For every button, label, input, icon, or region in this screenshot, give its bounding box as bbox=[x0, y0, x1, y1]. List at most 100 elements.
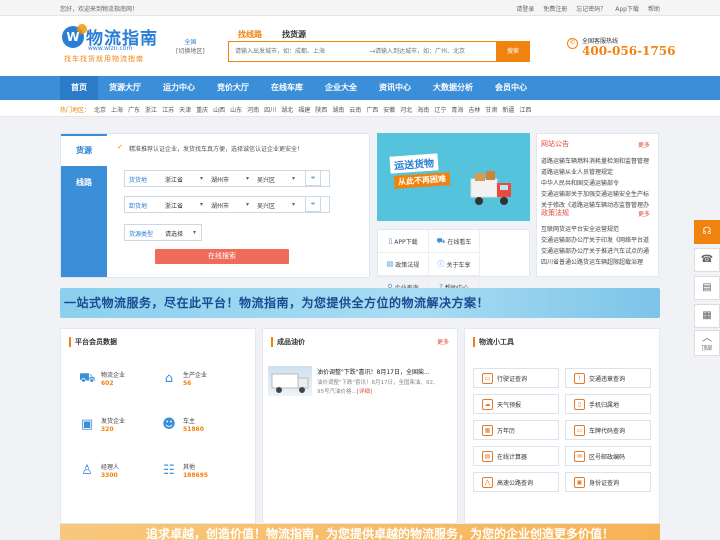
hot-city-link[interactable]: 浙江 bbox=[145, 105, 157, 114]
about-link[interactable]: ⓘ 关于车享 bbox=[429, 253, 480, 276]
hot-city-link[interactable]: 重庆 bbox=[196, 105, 208, 114]
hot-city-link[interactable]: 山西 bbox=[213, 105, 225, 114]
member-stat[interactable]: ♙ 经理人 3300 bbox=[79, 463, 119, 480]
locate-destination-button[interactable]: ⌖ bbox=[305, 196, 321, 212]
member-stat[interactable]: ☻ 车主 51860 bbox=[161, 417, 204, 434]
list-item[interactable]: 交通运输部办公厅关于推进汽车试点的通 bbox=[541, 246, 655, 257]
member-stat[interactable]: ☷ 其他 188695 bbox=[161, 463, 208, 480]
hot-city-link[interactable]: 云南 bbox=[349, 105, 361, 114]
hot-city-link[interactable]: 安徽 bbox=[383, 105, 395, 114]
hot-city-link[interactable]: 吉林 bbox=[468, 105, 480, 114]
oil-price-more-link[interactable]: 更多 bbox=[437, 337, 449, 346]
cargo-type-select[interactable]: 请选择 bbox=[165, 229, 183, 238]
list-item[interactable]: 交通运输部办公厅关于印发《网络平台道 bbox=[541, 235, 655, 246]
hot-city-link[interactable]: 四川 bbox=[264, 105, 276, 114]
slogan-banner[interactable]: 一站式物流服务，尽在此平台！物流指南，为您提供全方位的物流解决方案！ bbox=[60, 288, 660, 318]
hot-city-link[interactable]: 山东 bbox=[230, 105, 242, 114]
hot-city-link[interactable]: 海南 bbox=[417, 105, 429, 114]
hot-city-link[interactable]: 广东 bbox=[128, 105, 140, 114]
hot-city-link[interactable]: 辽宁 bbox=[434, 105, 446, 114]
announcements-more-link[interactable]: 更多 bbox=[638, 140, 650, 149]
oil-news-title[interactable]: 油价调整"下跌"喜讯！8月17日，全国柴... bbox=[317, 367, 430, 376]
oil-news-thumbnail[interactable] bbox=[268, 366, 312, 396]
customer-service-button[interactable]: ☊ bbox=[694, 220, 720, 244]
hot-city-link[interactable]: 福建 bbox=[298, 105, 310, 114]
login-link[interactable]: 请登录 bbox=[516, 4, 534, 13]
member-stat[interactable]: ▣ 发货企业 320 bbox=[79, 417, 125, 434]
logo-icon[interactable]: W bbox=[62, 24, 87, 48]
nav-online-garage[interactable]: 在线车库 bbox=[260, 76, 314, 100]
forgot-password-link[interactable]: 忘记密码？ bbox=[576, 4, 606, 13]
register-link[interactable]: 免费注册 bbox=[543, 4, 567, 13]
hot-city-link[interactable]: 陕西 bbox=[315, 105, 327, 114]
origin-province-select[interactable]: 浙江省 bbox=[165, 175, 183, 184]
locate-origin-button[interactable]: ⌖ bbox=[305, 170, 321, 186]
phone-button[interactable]: ☎ bbox=[694, 248, 720, 272]
hot-city-link[interactable]: 湖北 bbox=[281, 105, 293, 114]
help-link[interactable]: 帮助 bbox=[648, 4, 660, 13]
city-switch-link[interactable]: [切换地区] bbox=[176, 47, 205, 56]
back-to-top-button[interactable]: ︿ bbox=[694, 330, 720, 356]
tool-violation-query[interactable]: ! 交通违章查询 bbox=[565, 368, 651, 388]
policies-more-link[interactable]: 更多 bbox=[638, 209, 650, 218]
tool-id-query[interactable]: ▣ 身份证查询 bbox=[565, 472, 651, 492]
oil-news-detail-link[interactable]: [详细] bbox=[357, 389, 372, 395]
hot-city-link[interactable]: 上海 bbox=[111, 105, 123, 114]
list-item[interactable]: 道路运输从业人员管理规定 bbox=[541, 167, 655, 178]
list-item[interactable]: 交通运输部关于加强交通运输安全生产标 bbox=[541, 189, 655, 200]
tool-plate-code[interactable]: ▭ 车牌代码查询 bbox=[565, 420, 651, 440]
hot-city-link[interactable]: 河南 bbox=[247, 105, 259, 114]
nav-bidding-hall[interactable]: 竞价大厅 bbox=[206, 76, 260, 100]
nav-big-data[interactable]: 大数据分析 bbox=[422, 76, 484, 100]
hot-city-link[interactable]: 河北 bbox=[400, 105, 412, 114]
destination-district-select[interactable]: 吴兴区 bbox=[257, 201, 275, 210]
tool-postal-code[interactable]: ✉ 区号邮政编码 bbox=[565, 446, 651, 466]
member-stat[interactable]: ⌂ 生产企业 56 bbox=[161, 371, 207, 388]
nav-capacity-center[interactable]: 运力中心 bbox=[152, 76, 206, 100]
online-search-button[interactable]: 在线搜索 bbox=[155, 249, 289, 264]
nav-enterprise-directory[interactable]: 企业大全 bbox=[314, 76, 368, 100]
destination-city-input[interactable] bbox=[375, 47, 495, 57]
origin-district-select[interactable]: 吴兴区 bbox=[257, 175, 275, 184]
tool-calculator[interactable]: ▤ 在线计算器 bbox=[473, 446, 559, 466]
nav-home[interactable]: 首页 bbox=[60, 76, 98, 100]
destination-city-select[interactable]: 湖州市 bbox=[211, 201, 229, 210]
tool-license-query[interactable]: ▭ 行驶证查询 bbox=[473, 368, 559, 388]
tab-route[interactable]: 线路 bbox=[61, 168, 107, 198]
nav-cargo-hall[interactable]: 货源大厅 bbox=[98, 76, 152, 100]
hot-city-link[interactable]: 广西 bbox=[366, 105, 378, 114]
hot-city-link[interactable]: 北京 bbox=[94, 105, 106, 114]
tool-weather[interactable]: ☁ 天气预报 bbox=[473, 394, 559, 414]
bottom-banner[interactable]: 追求卓越，创造价值！物流指南，为您提供卓越的物流服务，为您的企业创造更多价值！ bbox=[60, 524, 660, 540]
departure-city-input[interactable] bbox=[235, 47, 363, 57]
list-item[interactable]: 互联网货运平台安全运营规范 bbox=[541, 224, 655, 235]
tab-cargo[interactable]: 货源 bbox=[61, 136, 107, 166]
app-download-link[interactable]: App下载 bbox=[615, 4, 639, 13]
nav-member-center[interactable]: 会员中心 bbox=[484, 76, 538, 100]
member-stat[interactable]: ⛟ 物流企业 602 bbox=[79, 371, 125, 388]
origin-city-select[interactable]: 湖州市 bbox=[211, 175, 229, 184]
app-download-link[interactable]: ▯ APP下载 bbox=[378, 230, 429, 253]
nav-news-center[interactable]: 资讯中心 bbox=[368, 76, 422, 100]
list-item[interactable]: 道路运输车辆燃料消耗量检测和监督管理 bbox=[541, 156, 655, 167]
list-item[interactable]: 四川省普通公路货运车辆超限超载治理 bbox=[541, 257, 655, 268]
city-selector[interactable]: 全国 [切换地区] bbox=[176, 38, 205, 56]
hot-city-link[interactable]: 天津 bbox=[179, 105, 191, 114]
destination-province-select[interactable]: 浙江省 bbox=[165, 201, 183, 210]
tool-phone-location[interactable]: ▯ 手机归属地 bbox=[565, 394, 651, 414]
feedback-button[interactable]: ▤ bbox=[694, 276, 720, 300]
policy-link[interactable]: ▤ 政策法规 bbox=[378, 253, 429, 276]
online-view-truck-link[interactable]: ⛟ 在线看车 bbox=[429, 230, 480, 253]
hot-city-link[interactable]: 湖南 bbox=[332, 105, 344, 114]
tool-calendar[interactable]: ▦ 万年历 bbox=[473, 420, 559, 440]
hot-city-link[interactable]: 青海 bbox=[451, 105, 463, 114]
hot-city-link[interactable]: 新疆 bbox=[502, 105, 514, 114]
hot-city-link[interactable]: 江苏 bbox=[162, 105, 174, 114]
search-button[interactable]: 搜索 bbox=[496, 41, 530, 62]
promo-banner[interactable]: 运送货物 从此不再困难 bbox=[377, 133, 530, 221]
hot-city-link[interactable]: 甘肃 bbox=[485, 105, 497, 114]
list-item[interactable]: 中华人民共和国交通运输部令 bbox=[541, 178, 655, 189]
hot-city-link[interactable]: 江西 bbox=[519, 105, 531, 114]
qrcode-button[interactable]: ▦ bbox=[694, 304, 720, 328]
tool-highway-query[interactable]: ⋀ 高速公路查询 bbox=[473, 472, 559, 492]
